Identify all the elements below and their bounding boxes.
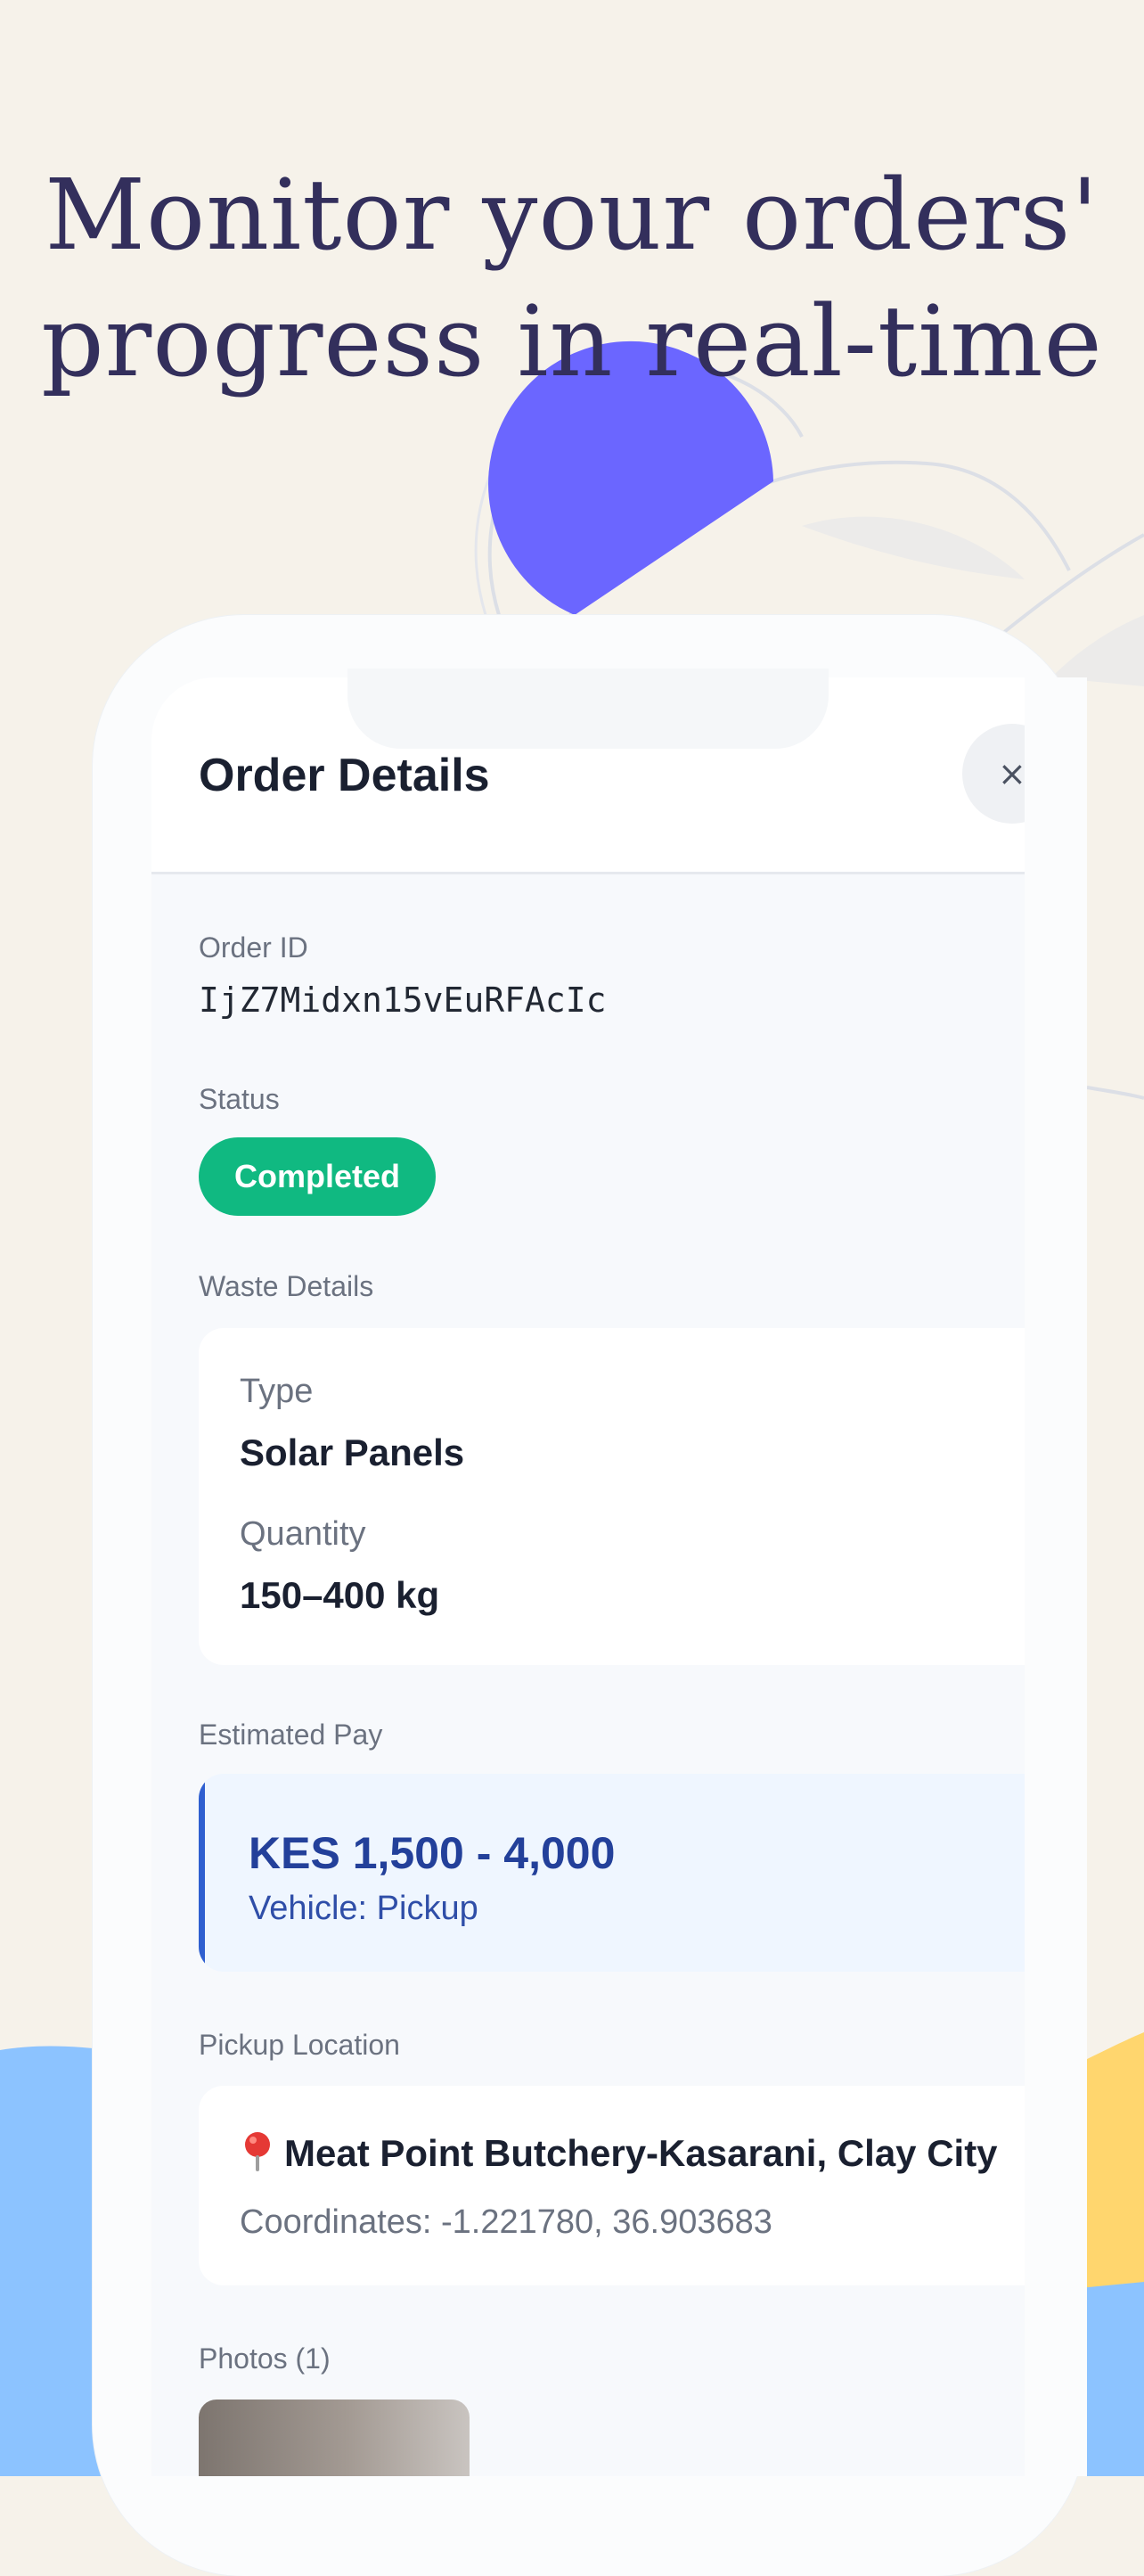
pickup-location-name: Meat Point Butchery-Kasarani, Clay City: [240, 2130, 998, 2175]
waste-details-label: Waste Details: [199, 1270, 374, 1302]
pickup-coordinates: Coordinates: -1.221780, 36.903683: [240, 2203, 772, 2241]
pickup-location-label: Pickup Location: [199, 2029, 400, 2061]
order-id-label: Order ID: [199, 931, 308, 964]
pay-amount: KES 1,500 - 4,000: [249, 1828, 616, 1878]
photo-thumbnail[interactable]: [199, 2400, 470, 2476]
headline-line-1: Monitor your orders': [45, 158, 1099, 272]
order-details-screen: Order Details × Order ID IjZ7Midxn15vEuR…: [151, 677, 1025, 2476]
status-badge: Completed: [199, 1137, 436, 1216]
pickup-location-card[interactable]: Meat Point Butchery-Kasarani, Clay City …: [199, 2086, 1025, 2285]
order-id-value: IjZ7Midxn15vEuRFAcIc: [199, 980, 607, 1020]
pickup-location-text: Meat Point Butchery-Kasarani, Clay City: [284, 2132, 998, 2174]
waste-type-label: Type: [240, 1373, 314, 1410]
estimated-pay-label: Estimated Pay: [199, 1719, 383, 1751]
pay-card-accent: [199, 1774, 205, 1972]
estimated-pay-card: KES 1,500 - 4,000 Vehicle: Pickup: [199, 1774, 1025, 1972]
close-button[interactable]: ×: [962, 724, 1025, 824]
phone-right-bezel: [1025, 677, 1087, 2476]
phone-notch: [347, 669, 829, 749]
photos-label: Photos (1): [199, 2342, 331, 2375]
pin-icon: [245, 2132, 270, 2171]
status-label: Status: [199, 1083, 280, 1115]
pay-vehicle: Vehicle: Pickup: [249, 1890, 478, 1927]
close-icon: ×: [998, 754, 1025, 793]
quantity-value: 150–400 kg: [240, 1574, 440, 1616]
waste-type-value: Solar Panels: [240, 1432, 465, 1473]
headline: Monitor your orders' progress in real-ti…: [0, 152, 1144, 405]
waste-details-card: Type Solar Panels Quantity 150–400 kg: [199, 1328, 1025, 1665]
quantity-label: Quantity: [240, 1515, 366, 1553]
screen-title: Order Details: [199, 750, 490, 801]
headline-line-2: progress in real-time: [41, 284, 1103, 398]
